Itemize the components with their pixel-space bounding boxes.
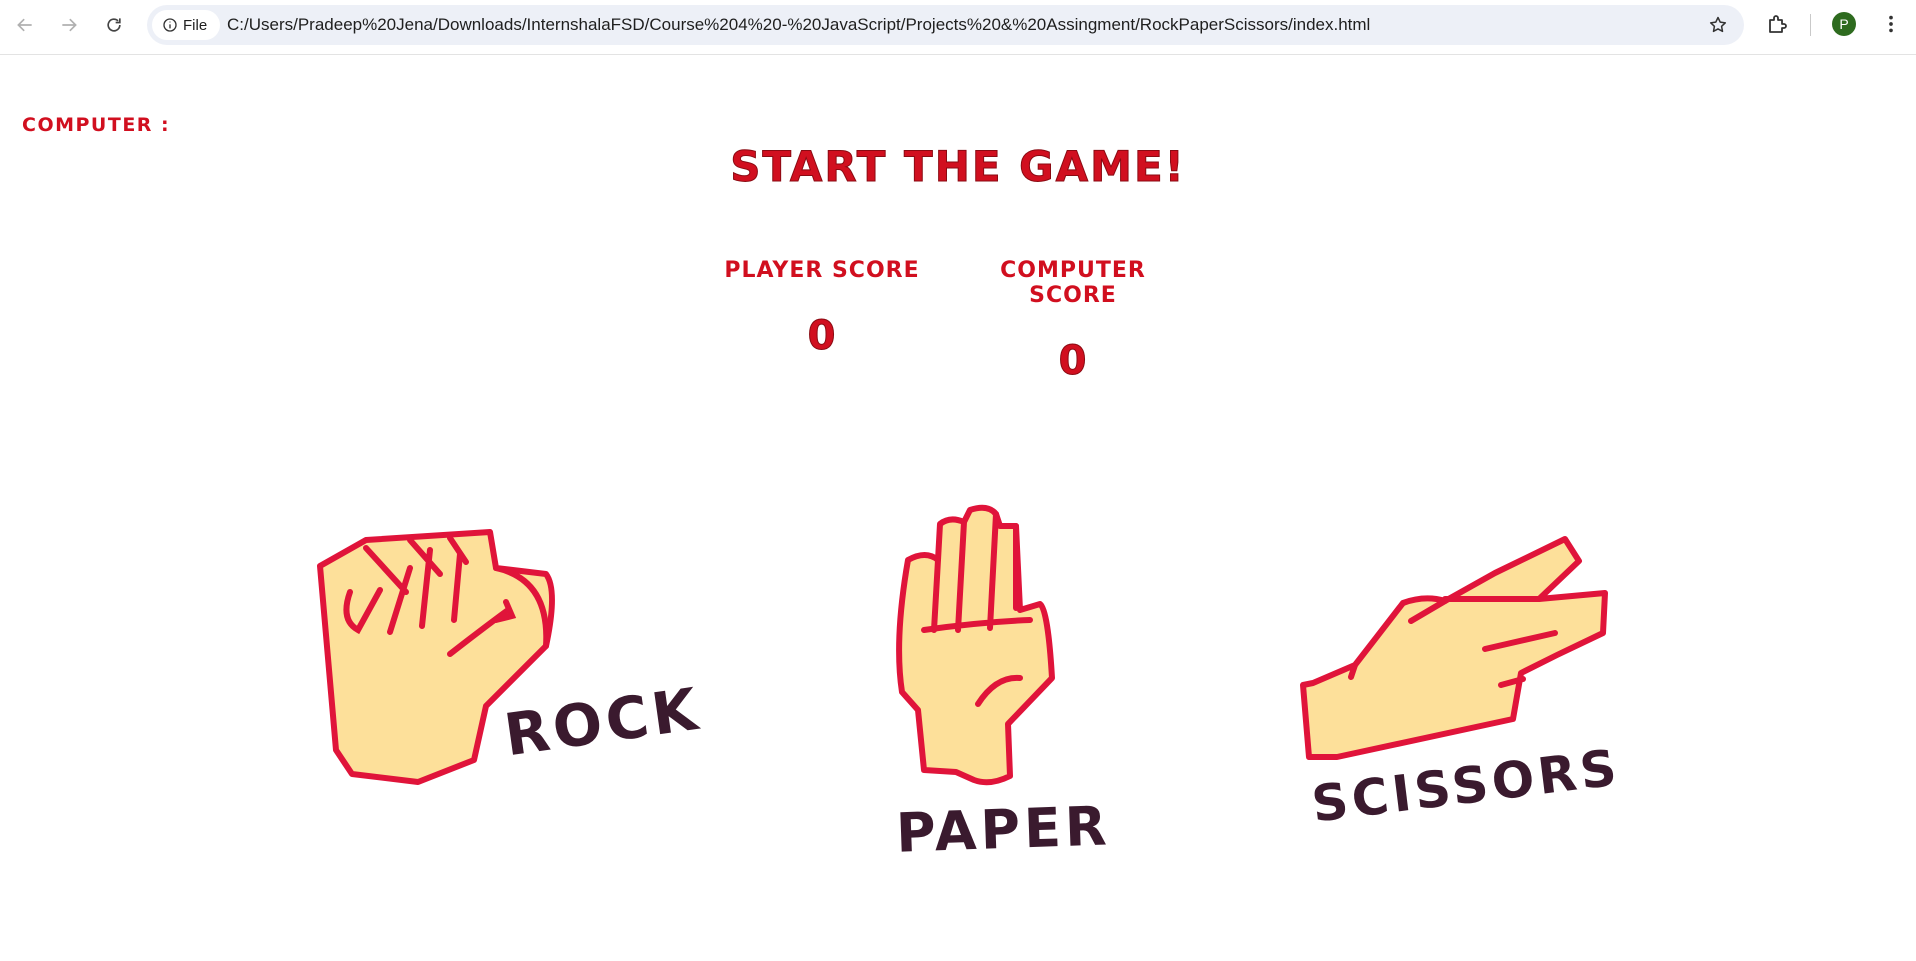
info-icon: [163, 18, 177, 32]
bookmark-star-icon[interactable]: [1708, 15, 1728, 35]
file-chip-label: File: [183, 16, 208, 34]
computer-score-value: 0: [1058, 338, 1088, 385]
more-menu-icon[interactable]: [1880, 12, 1902, 36]
scissors-hand-icon: [1300, 536, 1608, 760]
toolbar-divider: [1810, 14, 1811, 36]
back-button[interactable]: [12, 12, 38, 38]
player-score-panel: Player Score 0: [702, 258, 942, 360]
computer-score-panel: Computer Score 0: [953, 258, 1193, 385]
url-text[interactable]: C:/Users/Pradeep%20Jena/Downloads/Intern…: [227, 5, 1370, 45]
paper-label: PAPER: [894, 794, 1112, 865]
browser-toolbar: File C:/Users/Pradeep%20Jena/Downloads/I…: [0, 0, 1916, 55]
game-title: Start the game!: [730, 142, 1186, 192]
reload-icon: [107, 18, 121, 32]
rock-choice-button[interactable]: ROCK: [310, 520, 705, 800]
address-bar[interactable]: File C:/Users/Pradeep%20Jena/Downloads/I…: [147, 5, 1744, 45]
reload-button[interactable]: [101, 12, 127, 38]
site-info-chip[interactable]: File: [152, 10, 220, 40]
computer-choice-label: Computer :: [22, 114, 171, 136]
player-score-value: 0: [807, 313, 837, 360]
rock-hand-icon: [317, 529, 555, 785]
forward-button[interactable]: [56, 12, 82, 38]
player-score-label: Player Score: [724, 258, 920, 283]
profile-avatar[interactable]: P: [1832, 12, 1856, 36]
arrow-left-icon: [17, 18, 32, 32]
paper-choice-button[interactable]: PAPER: [880, 500, 1112, 865]
computer-score-label: Computer Score: [1000, 258, 1146, 308]
extensions-puzzle-icon[interactable]: [1766, 12, 1790, 36]
paper-hand-icon: [896, 504, 1055, 786]
arrow-right-icon: [62, 18, 77, 32]
scissors-choice-button[interactable]: SCISSORS: [1295, 535, 1623, 834]
